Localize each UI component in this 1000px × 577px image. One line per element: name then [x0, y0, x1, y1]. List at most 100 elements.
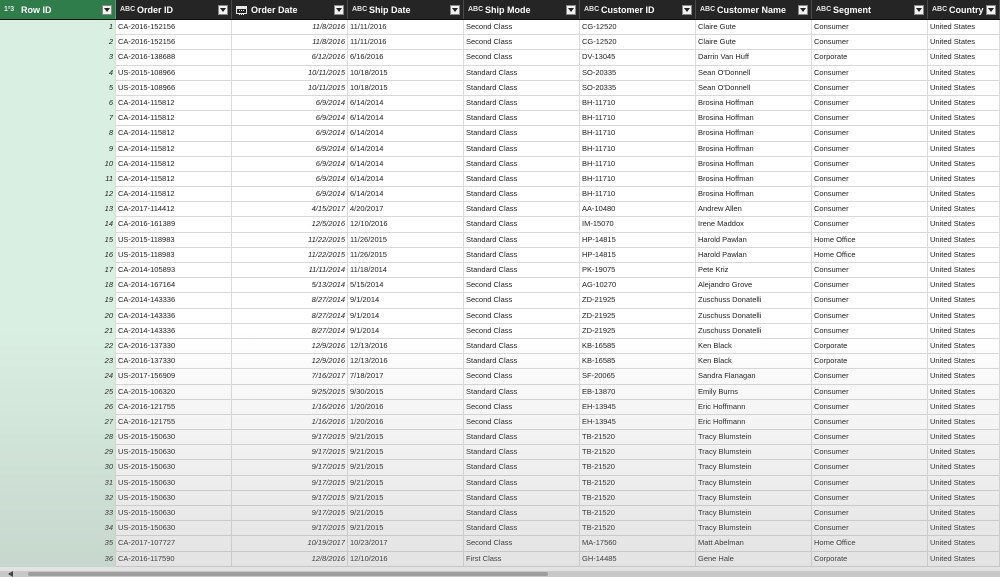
table-row[interactable]: 28 US-2015-150630 9/17/2015 9/21/2015 Standa… — [0, 430, 1000, 446]
cell-segment[interactable]: Home Office — [812, 536, 928, 552]
filter-dropdown-icon[interactable] — [450, 4, 460, 15]
cell-order-id[interactable]: CA-2014-115812 — [116, 141, 232, 157]
cell-segment[interactable]: Corporate — [812, 50, 928, 66]
cell-row-id[interactable]: 20 — [0, 308, 116, 324]
text-type-icon[interactable]: ABC — [584, 6, 599, 13]
cell-customer-id[interactable]: DV-13045 — [580, 50, 696, 66]
cell-country[interactable]: United States — [928, 217, 1000, 233]
cell-order-id[interactable]: CA-2014-143336 — [116, 323, 232, 339]
cell-ship-mode[interactable]: Standard Class — [464, 156, 580, 172]
cell-order-date[interactable]: 8/27/2014 — [232, 308, 348, 324]
cell-row-id[interactable]: 1 — [0, 20, 116, 36]
cell-segment[interactable]: Consumer — [812, 187, 928, 203]
cell-country[interactable]: United States — [928, 521, 1000, 537]
table-row[interactable]: 4 US-2015-108966 10/11/2015 10/18/2015 Stand… — [0, 65, 1000, 81]
cell-country[interactable]: United States — [928, 50, 1000, 66]
cell-segment[interactable]: Corporate — [812, 338, 928, 355]
cell-order-id[interactable]: CA-2017-107727 — [116, 536, 232, 552]
column-header-ship-mode[interactable]: ABC Ship Mode — [464, 0, 580, 19]
table-row[interactable]: 13 CA-2017-114412 4/15/2017 4/20/2017 Standa… — [0, 202, 1000, 218]
filter-dropdown-icon[interactable] — [566, 4, 576, 15]
cell-customer-name[interactable]: Brosina Hoffman — [696, 141, 812, 157]
column-header-order-date[interactable]: Order Date — [232, 0, 348, 19]
table-row[interactable]: 20 CA-2014-143336 8/27/2014 9/1/2014 Second … — [0, 308, 1000, 324]
table-row[interactable]: 9 CA-2014-115812 6/9/2014 6/14/2014 Standard… — [0, 141, 1000, 157]
cell-country[interactable]: United States — [928, 323, 1000, 339]
cell-row-id[interactable]: 31 — [0, 475, 116, 491]
cell-ship-date[interactable]: 6/14/2014 — [348, 95, 464, 112]
cell-country[interactable]: United States — [928, 384, 1000, 400]
cell-order-date[interactable]: 6/9/2014 — [232, 95, 348, 112]
filter-dropdown-icon[interactable] — [218, 4, 228, 15]
cell-customer-name[interactable]: Eric Hoffmann — [696, 399, 812, 415]
cell-order-date[interactable]: 9/25/2015 — [232, 384, 348, 400]
cell-row-id[interactable]: 16 — [0, 247, 116, 263]
filter-dropdown-icon[interactable] — [798, 4, 808, 15]
cell-customer-name[interactable]: Ken Black — [696, 354, 812, 370]
cell-order-id[interactable]: US-2015-150630 — [116, 475, 232, 491]
cell-row-id[interactable]: 26 — [0, 399, 116, 415]
cell-order-id[interactable]: US-2015-150630 — [116, 490, 232, 506]
cell-country[interactable]: United States — [928, 80, 1000, 96]
cell-country[interactable]: United States — [928, 293, 1000, 309]
cell-order-id[interactable]: CA-2014-115812 — [116, 171, 232, 188]
cell-customer-id[interactable]: CG-12520 — [580, 20, 696, 36]
cell-row-id[interactable]: 3 — [0, 50, 116, 66]
table-row[interactable]: 35 CA-2017-107727 10/19/2017 10/23/2017 Seco… — [0, 536, 1000, 552]
cell-order-id[interactable]: US-2015-150630 — [116, 506, 232, 522]
cell-order-date[interactable]: 6/9/2014 — [232, 126, 348, 142]
cell-row-id[interactable]: 19 — [0, 293, 116, 309]
cell-country[interactable]: United States — [928, 202, 1000, 218]
cell-customer-id[interactable]: BH-11710 — [580, 111, 696, 127]
filter-dropdown-icon[interactable] — [986, 4, 996, 15]
cell-ship-date[interactable]: 11/26/2015 — [348, 247, 464, 263]
cell-customer-id[interactable]: HP-14815 — [580, 232, 696, 248]
cell-ship-mode[interactable]: Standard Class — [464, 247, 580, 263]
cell-order-date[interactable]: 6/9/2014 — [232, 171, 348, 188]
cell-order-date[interactable]: 6/12/2016 — [232, 50, 348, 66]
cell-row-id[interactable]: 34 — [0, 521, 116, 537]
cell-country[interactable]: United States — [928, 247, 1000, 263]
cell-segment[interactable]: Consumer — [812, 95, 928, 112]
cell-ship-mode[interactable]: Standard Class — [464, 460, 580, 476]
cell-order-date[interactable]: 12/8/2016 — [232, 551, 348, 567]
cell-customer-name[interactable]: Brosina Hoffman — [696, 126, 812, 142]
cell-row-id[interactable]: 32 — [0, 490, 116, 506]
cell-customer-name[interactable]: Ken Black — [696, 338, 812, 355]
cell-order-date[interactable]: 12/5/2016 — [232, 217, 348, 233]
cell-customer-id[interactable]: TB-21520 — [580, 475, 696, 491]
cell-customer-name[interactable]: Sandra Flanagan — [696, 369, 812, 385]
cell-order-id[interactable]: CA-2014-115812 — [116, 111, 232, 127]
cell-customer-name[interactable]: Brosina Hoffman — [696, 95, 812, 112]
table-row[interactable]: 2 CA-2016-152156 11/8/2016 11/11/2016 Second… — [0, 35, 1000, 51]
table-row[interactable]: 24 US-2017-156909 7/16/2017 7/18/2017 Second… — [0, 369, 1000, 385]
cell-ship-date[interactable]: 12/13/2016 — [348, 338, 464, 355]
cell-ship-mode[interactable]: Standard Class — [464, 263, 580, 279]
table-row[interactable]: 21 CA-2014-143336 8/27/2014 9/1/2014 Second … — [0, 323, 1000, 339]
cell-row-id[interactable]: 10 — [0, 156, 116, 172]
cell-order-date[interactable]: 11/22/2015 — [232, 247, 348, 263]
cell-order-id[interactable]: CA-2016-138688 — [116, 50, 232, 66]
cell-row-id[interactable]: 27 — [0, 414, 116, 431]
cell-order-id[interactable]: CA-2014-143336 — [116, 308, 232, 324]
cell-row-id[interactable]: 22 — [0, 338, 116, 355]
cell-ship-date[interactable]: 10/18/2015 — [348, 80, 464, 96]
cell-customer-id[interactable]: EH-13945 — [580, 414, 696, 431]
cell-segment[interactable]: Consumer — [812, 506, 928, 522]
cell-customer-id[interactable]: TB-21520 — [580, 521, 696, 537]
cell-segment[interactable]: Consumer — [812, 35, 928, 51]
cell-ship-mode[interactable]: First Class — [464, 551, 580, 567]
cell-country[interactable]: United States — [928, 65, 1000, 81]
cell-segment[interactable]: Consumer — [812, 111, 928, 127]
cell-customer-name[interactable]: Gene Hale — [696, 551, 812, 567]
cell-row-id[interactable]: 6 — [0, 95, 116, 112]
scroll-left-icon[interactable] — [8, 571, 13, 577]
cell-customer-id[interactable]: KB-16585 — [580, 338, 696, 355]
cell-order-id[interactable]: US-2015-150630 — [116, 430, 232, 446]
cell-ship-mode[interactable]: Standard Class — [464, 384, 580, 400]
cell-customer-name[interactable]: Matt Abelman — [696, 536, 812, 552]
cell-country[interactable]: United States — [928, 506, 1000, 522]
cell-order-date[interactable]: 5/13/2014 — [232, 278, 348, 294]
cell-segment[interactable]: Consumer — [812, 490, 928, 506]
cell-customer-name[interactable]: Sean O'Donnell — [696, 65, 812, 81]
